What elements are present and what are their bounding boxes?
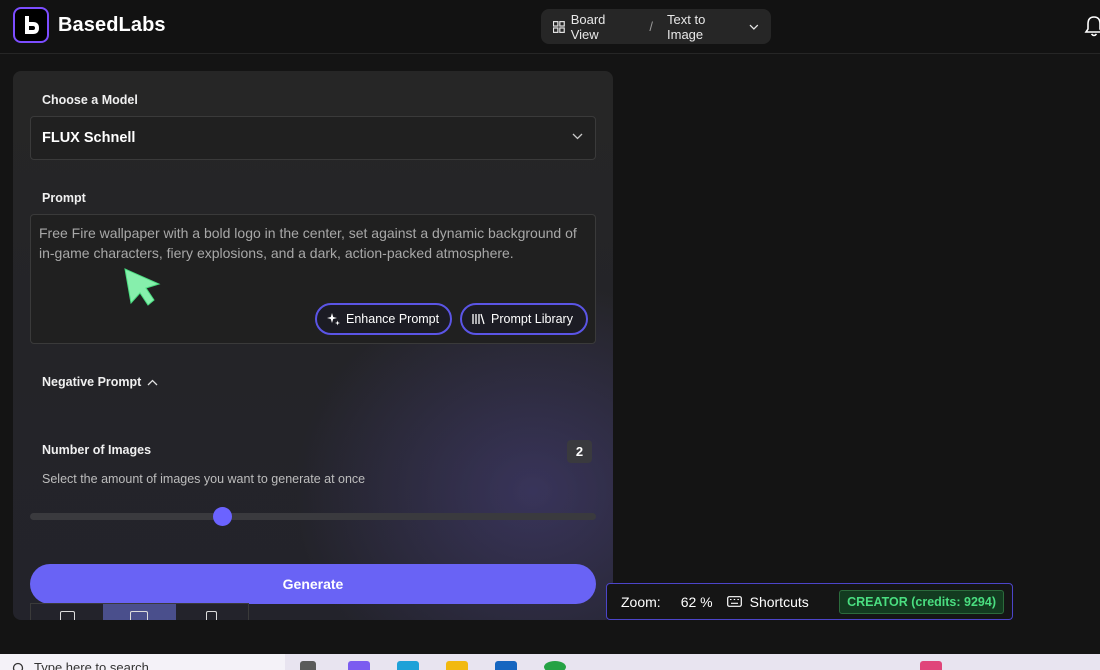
file-explorer-icon[interactable] bbox=[446, 661, 468, 670]
zoom-value[interactable]: 62 % bbox=[681, 594, 713, 610]
current-page-label: Text to Image bbox=[667, 11, 706, 42]
generate-button[interactable]: Generate bbox=[30, 564, 596, 604]
task-view-icon[interactable] bbox=[300, 661, 316, 670]
app-root: BasedLabs Board View / Text to Image Cho… bbox=[0, 0, 1100, 670]
app-window-icon[interactable] bbox=[920, 661, 942, 670]
square-icon bbox=[59, 611, 75, 620]
num-images-help: Select the amount of images you want to … bbox=[42, 472, 366, 486]
prompt-library-button[interactable]: Prompt Library bbox=[460, 303, 588, 335]
slider-thumb[interactable] bbox=[212, 507, 232, 526]
model-selected-value: FLUX Schnell bbox=[42, 130, 136, 146]
chevron-up-icon bbox=[147, 379, 158, 385]
library-icon bbox=[472, 313, 485, 325]
cursor-arrow-icon bbox=[124, 268, 161, 306]
breadcrumb: Board View / Text to Image bbox=[541, 9, 771, 44]
keyboard-icon bbox=[726, 596, 742, 607]
chevron-down-icon bbox=[749, 24, 759, 30]
top-header: BasedLabs Board View / Text to Image bbox=[0, 0, 1100, 54]
prompt-library-label: Prompt Library bbox=[491, 312, 573, 326]
taskbar-search[interactable]: Type here to search bbox=[0, 654, 285, 670]
copilot-icon[interactable] bbox=[348, 661, 370, 670]
prompt-label: Prompt bbox=[42, 191, 86, 205]
taskbar-search-placeholder: Type here to search bbox=[34, 660, 149, 670]
board-view-link[interactable]: Board View bbox=[553, 12, 635, 42]
model-label: Choose a Model bbox=[42, 93, 138, 107]
generation-panel: Choose a Model FLUX Schnell Prompt Free … bbox=[13, 71, 613, 620]
board-view-label: Board View bbox=[570, 11, 606, 42]
breadcrumb-separator: / bbox=[649, 19, 654, 34]
prompt-text: Free Fire wallpaper with a bold logo in … bbox=[39, 225, 577, 261]
text-to-image-dropdown[interactable]: Text to Image bbox=[667, 12, 759, 42]
os-taskbar: Type here to search bbox=[0, 654, 1100, 670]
num-images-slider[interactable] bbox=[30, 513, 596, 520]
store-icon[interactable] bbox=[495, 661, 517, 670]
zoom-label: Zoom: bbox=[621, 593, 661, 610]
model-select[interactable]: FLUX Schnell bbox=[30, 116, 596, 160]
negative-prompt-label: Negative Prompt bbox=[42, 375, 142, 389]
chevron-down-icon bbox=[572, 133, 583, 140]
shortcuts-button[interactable]: Shortcuts bbox=[726, 593, 809, 610]
negative-prompt-toggle[interactable]: Negative Prompt bbox=[42, 375, 158, 389]
prompt-textarea[interactable]: Free Fire wallpaper with a bold logo in … bbox=[30, 214, 596, 344]
landscape-icon bbox=[130, 611, 149, 620]
search-icon bbox=[12, 662, 24, 670]
logo-b-icon bbox=[25, 16, 39, 34]
num-images-value: 2 bbox=[567, 440, 592, 463]
enhance-prompt-label: Enhance Prompt bbox=[346, 312, 440, 326]
edge-icon[interactable] bbox=[397, 661, 419, 670]
portrait-icon bbox=[206, 611, 218, 620]
brand-name: BasedLabs bbox=[58, 14, 166, 36]
enhance-prompt-button[interactable]: Enhance Prompt bbox=[315, 303, 452, 335]
grid-icon bbox=[553, 20, 565, 33]
num-images-label: Number of Images bbox=[42, 443, 152, 457]
brand-logo[interactable] bbox=[13, 7, 49, 43]
bell-icon[interactable] bbox=[1084, 14, 1100, 38]
aspect-ratio-selector bbox=[30, 603, 249, 620]
whatsapp-icon[interactable] bbox=[544, 661, 566, 670]
shortcuts-label: Shortcuts bbox=[749, 593, 809, 610]
aspect-portrait-option[interactable] bbox=[176, 604, 248, 620]
credits-badge: CREATOR (credits: 9294) bbox=[839, 589, 1004, 614]
aspect-landscape-option[interactable] bbox=[103, 604, 176, 620]
sparkle-icon bbox=[327, 312, 340, 325]
zoom-bar: Zoom: 62 % Shortcuts CREATOR (credits: 9… bbox=[606, 583, 1013, 620]
aspect-square-option[interactable] bbox=[31, 604, 103, 620]
